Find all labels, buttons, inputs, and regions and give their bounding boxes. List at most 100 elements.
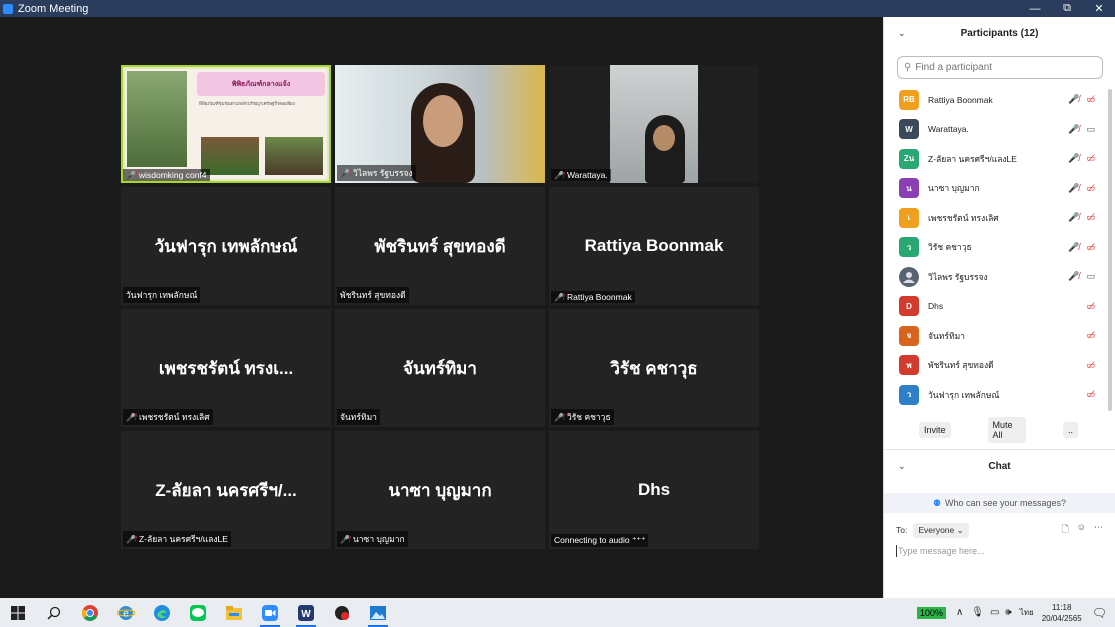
muted-mic-icon: 🎤̸ bbox=[554, 412, 564, 422]
clock[interactable]: 11:18 20/04/2565 bbox=[1042, 602, 1082, 624]
slide-photo bbox=[127, 71, 187, 167]
video-tile[interactable]: Dhs Connecting to audio ⁺⁺⁺ bbox=[549, 431, 759, 549]
zoom-taskbar-icon[interactable] bbox=[252, 598, 288, 627]
participant-scrollbar[interactable] bbox=[1108, 89, 1112, 411]
video-off-icon[interactable]: ▭̸ bbox=[1086, 94, 1095, 105]
mic-muted-icon[interactable]: 🎤̸ bbox=[1068, 242, 1079, 253]
minimize-button[interactable]: — bbox=[1019, 0, 1051, 17]
video-off-icon[interactable]: ▭̸ bbox=[1086, 183, 1095, 194]
muted-mic-icon: 🎤̸ bbox=[554, 170, 564, 180]
chevron-down-icon[interactable]: ⌄ bbox=[898, 28, 906, 39]
video-tile[interactable]: 🎤̸ Warattaya. bbox=[549, 65, 759, 183]
video-tile[interactable]: นาซา บุญมาก 🎤̸ นาซา บุญมาก bbox=[335, 431, 545, 549]
edge-icon[interactable] bbox=[144, 598, 180, 627]
participant-row[interactable]: นนาซา บุญมาก 🎤̸ ▭̸ bbox=[884, 174, 1115, 204]
participant-row[interactable]: ววันฟารุก เทพลักษณ์ ▭̸ bbox=[884, 380, 1115, 410]
video-tile[interactable]: วิรัช คชาวุธ 🎤̸ วิรัช คชาวุธ bbox=[549, 309, 759, 427]
recipient-value: Everyone bbox=[918, 524, 955, 535]
tile-name: wisdomking conf4 bbox=[138, 170, 207, 180]
chrome-icon[interactable] bbox=[72, 598, 108, 627]
file-icon[interactable]: 🗋 bbox=[1062, 522, 1069, 538]
mic-muted-icon[interactable]: 🎤̸ bbox=[1068, 94, 1079, 105]
chat-recipient-row: To: Everyone ⌄ 🗋 ☺ ⋯ bbox=[884, 519, 1115, 541]
avatar bbox=[899, 266, 919, 287]
participant-row[interactable]: Zน Z-ลัยลา นครศรีฯ/แลงLE 🎤̸ ▭̸ bbox=[884, 144, 1115, 174]
participant-row[interactable]: W Warattaya. 🎤̸ ▭ bbox=[884, 115, 1115, 145]
mic-muted-icon[interactable]: 🎤̸ bbox=[1068, 124, 1079, 135]
photos-icon[interactable] bbox=[360, 598, 396, 627]
participant-row[interactable]: RB Rattiya Boonmak 🎤̸ ▭̸ bbox=[884, 85, 1115, 115]
svg-text:W: W bbox=[301, 609, 311, 620]
person-icon bbox=[903, 271, 915, 283]
avatar: D bbox=[899, 296, 919, 317]
video-off-icon[interactable]: ▭̸ bbox=[1086, 301, 1095, 312]
notifications-icon[interactable]: 🗨 bbox=[1092, 606, 1107, 620]
chat-title: Chat bbox=[988, 461, 1011, 472]
chevron-down-icon[interactable]: ⌄ bbox=[898, 461, 906, 472]
video-tile[interactable]: พัชรินทร์ สุขทองดี พัชรินทร์ สุขทองดี bbox=[335, 187, 545, 305]
video-tile[interactable]: พิพิธภัณฑ์กลางแจ้ง พิพิธภัณฑ์ชุมชนตามหลัก… bbox=[121, 65, 331, 183]
mic-muted-icon[interactable]: 🎤̸ bbox=[1068, 212, 1079, 223]
more-icon[interactable]: ⋯ bbox=[1094, 522, 1103, 538]
participant-row[interactable]: D Dhs ▭̸ bbox=[884, 292, 1115, 322]
app-record-icon[interactable] bbox=[324, 598, 360, 627]
participant-status-icons: ▭̸ bbox=[1086, 389, 1095, 400]
close-button[interactable]: ✕ bbox=[1083, 0, 1115, 17]
video-tile[interactable]: 🎤̸ วิไลพร รัฐบรรจง bbox=[335, 65, 545, 183]
emoji-icon[interactable]: ☺ bbox=[1077, 522, 1086, 538]
file-explorer-icon[interactable] bbox=[216, 598, 252, 627]
video-off-icon[interactable]: ▭̸ bbox=[1086, 389, 1095, 400]
participant-search-input[interactable] bbox=[915, 62, 1086, 73]
participant-row[interactable]: ววิรัช คชาวุธ 🎤̸ ▭̸ bbox=[884, 233, 1115, 263]
tile-name: พัชรินทร์ สุขทองดี bbox=[340, 290, 406, 300]
internet-explorer-icon[interactable]: e bbox=[108, 598, 144, 627]
chevron-up-icon[interactable]: ∧ bbox=[956, 607, 963, 618]
video-off-icon[interactable]: ▭̸ bbox=[1086, 242, 1095, 253]
video-off-icon[interactable]: ▭̸ bbox=[1086, 360, 1095, 371]
video-off-icon[interactable]: ▭̸ bbox=[1086, 330, 1095, 341]
tile-name: Z-ลัยลา นครศรีฯ/แลงLE bbox=[138, 534, 228, 544]
start-button[interactable] bbox=[0, 598, 36, 627]
mic-muted-icon[interactable]: 🎤̸ bbox=[1068, 183, 1079, 194]
chat-message-input[interactable]: Type message here... bbox=[896, 545, 1115, 557]
tile-name-label: วันฟารุก เทพลักษณ์ bbox=[123, 287, 201, 303]
video-tile[interactable]: เพชรชรัตน์ ทรงเ... 🎤̸ เพชรชรัตน์ ทรงเลิศ bbox=[121, 309, 331, 427]
mic-muted-icon[interactable]: 🎤̸ bbox=[1068, 271, 1079, 282]
participant-row[interactable]: วิไลพร รัฐบรรจง 🎤̸ ▭ bbox=[884, 262, 1115, 292]
participant-row[interactable]: พพัชรินทร์ สุขทองดี ▭̸ bbox=[884, 351, 1115, 381]
app-w-icon[interactable]: W bbox=[288, 598, 324, 627]
video-off-icon[interactable]: ▭̸ bbox=[1086, 153, 1095, 164]
mute-all-button[interactable]: Mute All bbox=[987, 417, 1026, 443]
who-can-see-link[interactable]: ⚉ Who can see your messages? bbox=[884, 493, 1115, 513]
language-indicator[interactable]: ไทย bbox=[1020, 606, 1034, 619]
chat-spacer bbox=[884, 483, 1115, 489]
network-icon[interactable]: ▭ bbox=[990, 607, 999, 618]
mic-muted-icon[interactable]: 🎤̸ bbox=[1068, 153, 1079, 164]
tile-name-label: จันทร์ทิมา bbox=[337, 409, 380, 425]
line-icon[interactable] bbox=[180, 598, 216, 627]
muted-mic-icon: 🎤̸ bbox=[126, 170, 136, 180]
video-tile[interactable]: Rattiya Boonmak 🎤̸ Rattiya Boonmak bbox=[549, 187, 759, 305]
video-tile[interactable]: วันฟารุก เทพลักษณ์ วันฟารุก เทพลักษณ์ bbox=[121, 187, 331, 305]
restore-button[interactable]: ⧉ bbox=[1051, 0, 1083, 17]
more-button[interactable]: .. bbox=[1062, 422, 1078, 438]
search-icon[interactable] bbox=[36, 598, 72, 627]
speaker-icon[interactable]: 🕪 bbox=[1005, 607, 1011, 618]
tile-name-label: 🎤̸ Warattaya. bbox=[551, 169, 611, 181]
avatar: RB bbox=[899, 89, 919, 110]
video-off-icon[interactable]: ▭̸ bbox=[1086, 212, 1095, 223]
video-on-icon[interactable]: ▭ bbox=[1086, 124, 1095, 135]
participant-search[interactable]: ⚲ bbox=[897, 56, 1103, 79]
participant-row[interactable]: จจันทร์ทิมา ▭̸ bbox=[884, 321, 1115, 351]
recipient-select[interactable]: Everyone ⌄ bbox=[913, 522, 969, 538]
tile-name-label: Connecting to audio ⁺⁺⁺ bbox=[551, 534, 649, 547]
participant-row[interactable]: เเพชรชรัตน์ ทรงเลิศ 🎤̸ ▭̸ bbox=[884, 203, 1115, 233]
search-icon: ⚲ bbox=[904, 62, 912, 73]
chat-header: ⌄ Chat bbox=[884, 449, 1115, 483]
battery-indicator[interactable]: 100% bbox=[916, 606, 946, 619]
video-tile[interactable]: จันทร์ทิมา จันทร์ทิมา bbox=[335, 309, 545, 427]
video-tile[interactable]: Z-ลัยลา นครศรีฯ/... 🎤̸ Z-ลัยลา นครศรีฯ/แลง… bbox=[121, 431, 331, 549]
microphone-icon[interactable]: 🎙 bbox=[971, 607, 984, 618]
video-on-icon[interactable]: ▭ bbox=[1086, 271, 1095, 282]
invite-button[interactable]: Invite bbox=[919, 422, 951, 438]
